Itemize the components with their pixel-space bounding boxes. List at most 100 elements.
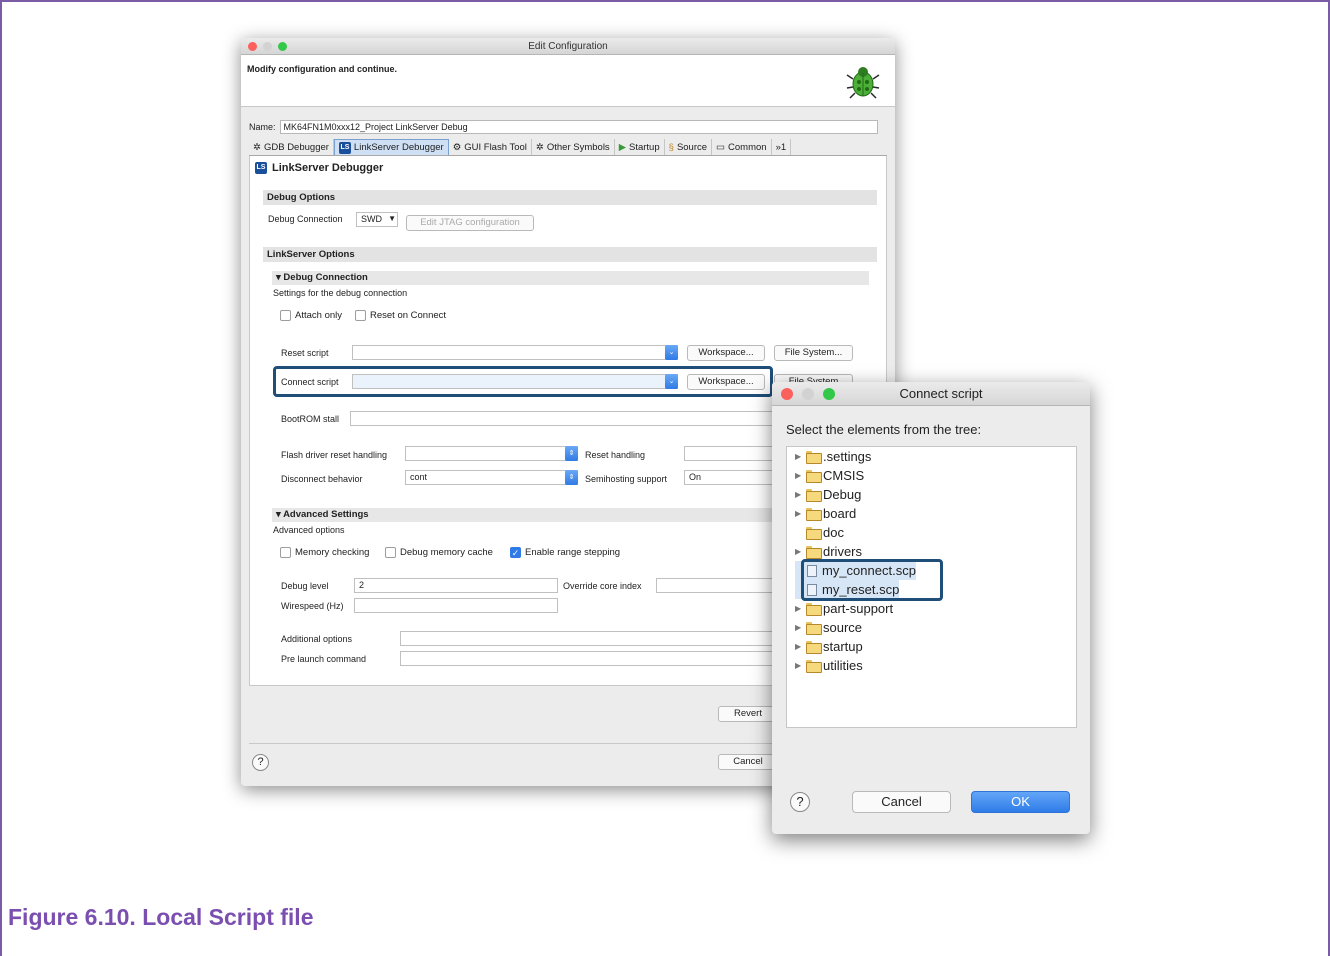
tab-overflow[interactable]: »1	[772, 139, 792, 155]
expand-arrow-icon[interactable]: ▶	[795, 490, 804, 499]
expand-arrow-icon[interactable]: ▶	[795, 471, 804, 480]
tab-source[interactable]: § Source	[665, 139, 713, 155]
script-files-highlight	[801, 559, 943, 601]
reset-script-filesystem-button[interactable]: File System...	[774, 345, 853, 361]
help-icon[interactable]: ?	[790, 792, 810, 812]
flash-driver-reset-label: Flash driver reset handling	[281, 450, 388, 460]
debug-bug-icon	[846, 67, 880, 99]
tree-item-part-support[interactable]: ▶ part-support	[795, 599, 893, 618]
revert-button[interactable]: Revert	[718, 706, 778, 722]
popup-title: Connect script	[899, 386, 983, 401]
additional-options-label: Additional options	[281, 634, 353, 644]
folder-icon	[806, 603, 822, 616]
expand-arrow-icon[interactable]: ▶	[795, 623, 804, 632]
pre-launch-command-input[interactable]	[400, 651, 775, 666]
reset-script-label: Reset script	[281, 348, 329, 358]
tab-gdb-debugger[interactable]: ✲ GDB Debugger	[249, 139, 334, 155]
checkbox-box	[280, 547, 291, 558]
debug-level-input[interactable]: 2	[354, 578, 558, 593]
dialog-banner: Modify configuration and continue.	[241, 55, 895, 107]
expand-arrow-icon[interactable]: ▶	[795, 452, 804, 461]
tree-item-settings[interactable]: ▶ .settings	[795, 447, 871, 466]
debug-connection-select[interactable]: SWD ▼	[356, 212, 398, 227]
popup-ok-button[interactable]: OK	[971, 791, 1070, 813]
linkserver-icon: LS	[338, 141, 351, 154]
gear-icon: ✲	[253, 141, 261, 153]
edit-jtag-button[interactable]: Edit JTAG configuration	[406, 215, 534, 231]
enable-range-stepping-checkbox[interactable]: ✓ Enable range stepping	[510, 547, 620, 558]
connect-script-highlight	[273, 366, 773, 397]
expand-arrow-icon[interactable]: ▶	[795, 547, 804, 556]
disconnect-behavior-select[interactable]: cont ⇕	[405, 470, 578, 485]
tree-item-board[interactable]: ▶ board	[795, 504, 856, 523]
common-icon: ▭	[716, 141, 726, 153]
tree-item-source[interactable]: ▶ source	[795, 618, 862, 637]
name-label: Name:	[249, 122, 276, 132]
help-icon[interactable]: ?	[252, 754, 269, 771]
folder-icon	[806, 508, 822, 521]
expand-arrow-icon[interactable]: ▶	[795, 642, 804, 651]
reset-handling-select[interactable]	[684, 446, 774, 461]
banner-message: Modify configuration and continue.	[247, 64, 397, 74]
disconnect-behavior-label: Disconnect behavior	[281, 474, 363, 484]
dropdown-arrow-icon: ⌄	[665, 345, 678, 360]
wirespeed-label: Wirespeed (Hz)	[281, 601, 344, 611]
tab-gui-flash-tool[interactable]: ⚙ GUI Flash Tool	[449, 139, 532, 155]
expand-arrow-icon[interactable]: ▶	[795, 509, 804, 518]
bootrom-stall-input[interactable]	[350, 411, 775, 426]
semihosting-support-select[interactable]: On	[684, 470, 774, 485]
debug-level-label: Debug level	[281, 581, 329, 591]
tab-bar: ✲ GDB Debugger LS LinkServer Debugger ⚙ GUI…	[249, 139, 887, 156]
title-bar: Edit Configuration	[241, 38, 895, 55]
folder-icon	[806, 546, 822, 559]
reset-on-connect-checkbox[interactable]: Reset on Connect	[355, 310, 446, 321]
folder-icon	[806, 660, 822, 673]
wirespeed-input[interactable]	[354, 598, 558, 613]
attach-only-checkbox[interactable]: Attach only	[280, 310, 342, 321]
bootrom-stall-label: BootROM stall	[281, 414, 340, 424]
updown-arrow-icon: ⇕	[565, 470, 578, 485]
additional-options-input[interactable]	[400, 631, 775, 646]
dropdown-arrow-icon: ▼	[388, 214, 396, 223]
tree-prompt: Select the elements from the tree:	[786, 422, 982, 437]
override-core-index-input[interactable]	[656, 578, 774, 593]
flash-driver-reset-select[interactable]: ⇕	[405, 446, 578, 461]
debug-connection-label: Debug Connection	[268, 214, 343, 224]
expand-arrow-icon[interactable]: ▶	[795, 604, 804, 613]
debug-options-header: Debug Options	[263, 190, 877, 205]
tree-item-utilities[interactable]: ▶ utilities	[795, 656, 863, 675]
tree-item-doc[interactable]: doc	[795, 523, 844, 542]
folder-icon	[806, 641, 822, 654]
panel-title: LS LinkServer Debugger	[255, 162, 384, 174]
tab-common[interactable]: ▭ Common	[712, 139, 772, 155]
tree-item-startup[interactable]: ▶ startup	[795, 637, 863, 656]
tab-other-symbols[interactable]: ✲ Other Symbols	[532, 139, 615, 155]
folder-icon	[806, 527, 822, 540]
window-title: Edit Configuration	[528, 41, 608, 52]
tab-linkserver-debugger[interactable]: LS LinkServer Debugger	[333, 139, 449, 155]
expand-arrow-icon[interactable]: ▶	[795, 661, 804, 670]
memory-checking-checkbox[interactable]: Memory checking	[280, 547, 369, 558]
semihosting-support-label: Semihosting support	[585, 474, 668, 484]
play-icon: ▶	[618, 141, 626, 153]
flash-tool-icon: ⚙	[452, 141, 462, 153]
cancel-button[interactable]: Cancel	[718, 754, 778, 770]
popup-title-bar: Connect script	[772, 382, 1090, 406]
linkserver-icon: LS	[255, 162, 267, 174]
tab-startup[interactable]: ▶ Startup	[615, 139, 665, 155]
tree-item-debug[interactable]: ▶ Debug	[795, 485, 861, 504]
tree-item-cmsis[interactable]: ▶ CMSIS	[795, 466, 864, 485]
popup-cancel-button[interactable]: Cancel	[852, 791, 951, 813]
reset-script-workspace-button[interactable]: Workspace...	[687, 345, 765, 361]
name-input[interactable]: MK64FN1M0xxx12_Project LinkServer Debug	[279, 120, 878, 134]
updown-arrow-icon: ⇕	[565, 446, 578, 461]
reset-script-input[interactable]: ⌄	[352, 345, 678, 360]
source-icon: §	[668, 141, 674, 153]
checkmark-icon: ✓	[510, 547, 521, 558]
debug-connection-subheader: ▾ Debug Connection	[272, 271, 869, 285]
file-tree[interactable]: ▶ .settings ▶ CMSIS ▶ Debug ▶ board doc ▶ dri…	[786, 446, 1077, 728]
name-row: Name: MK64FN1M0xxx12_Project LinkServer …	[249, 120, 878, 134]
override-core-index-label: Override core index	[563, 581, 642, 591]
debug-memory-cache-checkbox[interactable]: Debug memory cache	[385, 547, 493, 558]
checkbox-box	[280, 310, 291, 321]
